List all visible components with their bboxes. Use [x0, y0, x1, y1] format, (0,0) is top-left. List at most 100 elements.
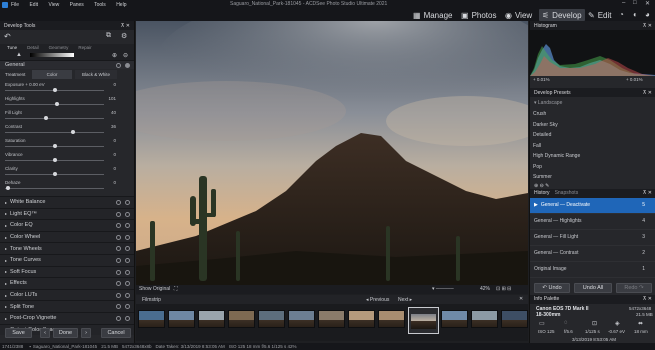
enable-dot-icon[interactable]: [125, 200, 130, 205]
undo-all-button[interactable]: Undo All: [574, 282, 612, 293]
history-item[interactable]: General — Fill Light 3: [530, 230, 655, 246]
menu-tools[interactable]: Tools: [94, 2, 106, 8]
menu-panes[interactable]: Panes: [70, 2, 84, 8]
slider-value[interactable]: 0: [113, 82, 116, 87]
undo-button[interactable]: ↶ Undo: [534, 282, 570, 293]
reset-dot-icon[interactable]: [116, 281, 121, 287]
history-item[interactable]: General — Contrast 2: [530, 246, 655, 262]
help-icon[interactable]: ◐: [633, 10, 638, 19]
history-tab[interactable]: History: [534, 190, 550, 196]
reset-dot-icon[interactable]: [116, 234, 121, 240]
preset-item[interactable]: High Dynamic Range: [530, 151, 655, 162]
filmstrip-thumbnail[interactable]: [318, 310, 345, 328]
filmstrip-thumbnail[interactable]: [441, 310, 468, 328]
redo-button[interactable]: Redo ↷: [616, 282, 652, 293]
menu-help[interactable]: Help: [116, 2, 126, 8]
tab-tune[interactable]: Tune: [2, 45, 22, 50]
settings-icon[interactable]: ◕: [645, 10, 650, 19]
mode-edit[interactable]: ✎ Edit: [588, 9, 612, 21]
enable-dot-icon[interactable]: [125, 315, 130, 321]
cancel-button[interactable]: Cancel: [101, 328, 131, 338]
preset-group[interactable]: ▾ Landscape: [530, 97, 655, 109]
dashboard-icon[interactable]: ◔: [619, 10, 624, 19]
menu-edit[interactable]: Edit: [29, 2, 38, 8]
tool-section-header[interactable]: ▸ Color Wheel: [0, 230, 134, 243]
gear-icon[interactable]: ⚙: [121, 32, 127, 40]
enable-dot-icon[interactable]: [125, 269, 130, 275]
presets-close-icon[interactable]: ⊼ ✕: [643, 90, 652, 96]
history-item[interactable]: General — Highlights 4: [530, 214, 655, 230]
reset-dot-icon[interactable]: [116, 304, 121, 310]
close-icon[interactable]: ✕: [645, 0, 650, 7]
slider-track[interactable]: [5, 132, 104, 133]
slider-value[interactable]: 101: [108, 96, 116, 101]
reset-dot-icon[interactable]: [116, 292, 121, 298]
slider-value[interactable]: 40: [111, 110, 116, 115]
image-viewer[interactable]: [136, 21, 528, 285]
save-button[interactable]: Save: [5, 328, 32, 338]
minimize-icon[interactable]: –: [622, 0, 625, 6]
enable-dot-icon[interactable]: [125, 234, 130, 240]
slider-knob[interactable]: [71, 130, 75, 134]
slider-track[interactable]: [5, 118, 104, 119]
reset-dot-icon[interactable]: [116, 315, 121, 321]
tool-section-header[interactable]: ▸ Tone Curves: [0, 253, 134, 266]
preset-item[interactable]: Pop: [530, 162, 655, 173]
info-close-icon[interactable]: ⊼ ✕: [643, 296, 652, 302]
filmstrip-thumbnail[interactable]: [258, 310, 285, 328]
enable-dot-icon[interactable]: [125, 281, 130, 287]
next-button[interactable]: Next ▸: [398, 297, 412, 303]
slider-knob[interactable]: [53, 144, 57, 148]
slider-value[interactable]: 36: [111, 124, 116, 129]
filmstrip-thumbnail[interactable]: [288, 310, 315, 328]
histogram-close-icon[interactable]: ⊼ ✕: [643, 23, 652, 29]
tab-geometry[interactable]: Geometry: [44, 45, 74, 50]
filmstrip-thumbnail[interactable]: [501, 310, 528, 328]
slider-knob[interactable]: [53, 88, 57, 92]
tool-section-header[interactable]: ▸ Color LUTs: [0, 288, 134, 301]
slider-value[interactable]: 0: [113, 138, 116, 143]
mode-develop[interactable]: ⚟ Develop: [539, 9, 585, 21]
preset-item[interactable]: Crush: [530, 109, 655, 120]
history-close-icon[interactable]: ⊼ ✕: [643, 190, 652, 196]
enable-dot-icon[interactable]: [125, 246, 130, 252]
reset-dot-icon[interactable]: [116, 211, 121, 217]
treatment-color-button[interactable]: Color: [32, 70, 72, 79]
tool-section-header[interactable]: ▸ Post-Crop Vignette: [0, 311, 134, 324]
enable-dot-icon[interactable]: [125, 304, 130, 310]
filmstrip-thumbnail[interactable]: [348, 310, 375, 328]
zoom-tools-icon[interactable]: ⊡ ⊞ ⊟: [496, 286, 511, 292]
previous-button[interactable]: ◂ Previous: [366, 297, 389, 303]
tab-repair[interactable]: Repair: [73, 45, 96, 50]
show-original-button[interactable]: Show Original: [139, 286, 170, 292]
fit-icon[interactable]: ⛶: [174, 286, 178, 292]
enable-dot-icon[interactable]: [125, 63, 130, 68]
reset-icon[interactable]: ⊖: [123, 52, 128, 59]
copy-settings-icon[interactable]: ⧉: [106, 32, 111, 40]
tool-section-header[interactable]: ▸ Tone Wheels: [0, 242, 134, 254]
preset-item[interactable]: Detailed: [530, 130, 655, 141]
done-button[interactable]: Done: [53, 328, 78, 338]
slider-value[interactable]: 0: [113, 166, 116, 171]
slider-value[interactable]: 0: [113, 152, 116, 157]
tab-detail[interactable]: Detail: [22, 45, 44, 50]
treatment-bw-button[interactable]: Black & White: [75, 70, 117, 79]
mode-photos[interactable]: ▣ Photos: [461, 9, 496, 21]
pin-icon[interactable]: ⊼ ✕: [121, 23, 130, 29]
maximize-icon[interactable]: □: [633, 0, 637, 6]
slider-track[interactable]: [5, 188, 104, 189]
back-button[interactable]: ‹: [40, 328, 50, 338]
filmstrip-thumbnail[interactable]: [378, 310, 405, 328]
filmstrip-thumbnail[interactable]: [471, 310, 498, 328]
undo-arrow-icon[interactable]: ↶: [4, 32, 11, 41]
preset-item[interactable]: Fall: [530, 141, 655, 152]
history-item[interactable]: Original Image 1: [530, 262, 655, 278]
enable-dot-icon[interactable]: [125, 257, 130, 263]
reset-dot-icon[interactable]: [116, 63, 121, 68]
mode-manage[interactable]: ▦ Manage: [413, 9, 452, 21]
snapshots-tab[interactable]: Snapshots: [555, 190, 579, 196]
zoom-slider-icon[interactable]: ▾ ─────: [432, 286, 454, 292]
tool-section-header[interactable]: ▸ Soft Focus: [0, 265, 134, 278]
tool-section-header[interactable]: ▸ Effects: [0, 277, 134, 289]
general-section-header[interactable]: General: [0, 60, 134, 69]
